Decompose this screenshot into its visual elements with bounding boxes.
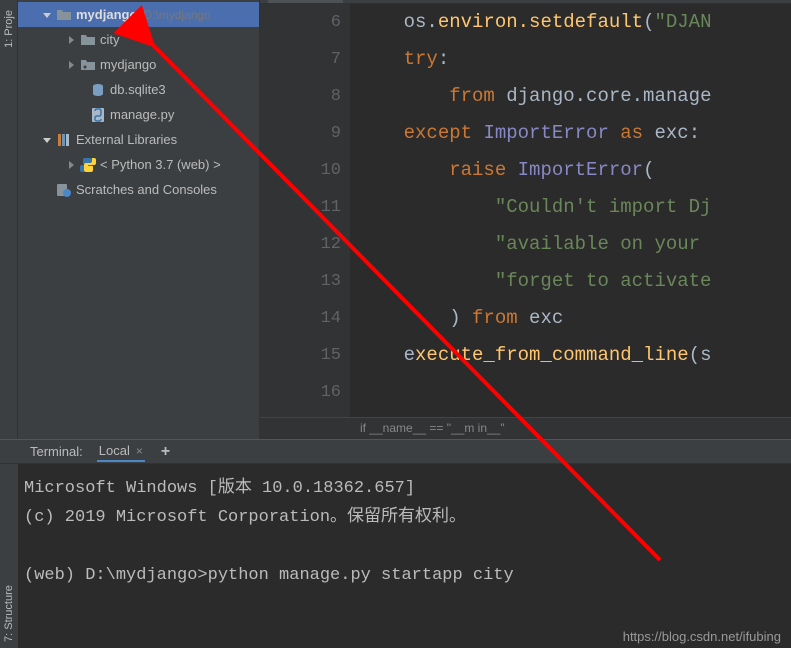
code-line[interactable]: try: [358, 41, 711, 78]
code-line[interactable]: "available on your [358, 226, 711, 263]
line-gutter: 678910111213141516 [260, 4, 350, 417]
tree-item-db[interactable]: db.sqlite3 [18, 77, 259, 102]
editor: manage.py 678910111213141516 os.environ.… [260, 0, 791, 439]
code-line[interactable]: from django.core.manage [358, 78, 711, 115]
line-number: 14 [260, 300, 349, 337]
tree-item-label: manage.py [110, 107, 174, 122]
python-file-icon [90, 107, 106, 123]
line-number: 10 [260, 152, 349, 189]
code-content[interactable]: os.environ.setdefault("DJAN try: from dj… [350, 4, 711, 417]
watermark: https://blog.csdn.net/ifubing [623, 629, 781, 644]
tree-scratches[interactable]: Scratches and Consoles [18, 177, 259, 202]
tree-item-managepy[interactable]: manage.py [18, 102, 259, 127]
tree-python-sdk[interactable]: < Python 3.7 (web) > [18, 152, 259, 177]
tree-root[interactable]: mydjango D:\mydjango [18, 2, 259, 27]
tree-python-label: < Python 3.7 (web) > [100, 157, 221, 172]
line-number: 12 [260, 226, 349, 263]
terminal-output[interactable]: Microsoft Windows [版本 10.0.18362.657] (c… [0, 464, 791, 600]
close-icon[interactable]: × [136, 444, 143, 458]
terminal-tab[interactable]: Local × [97, 441, 145, 462]
tree-external-libs[interactable]: External Libraries [18, 127, 259, 152]
project-tree: mydjango D:\mydjango city mydjango db.sq… [18, 0, 260, 439]
line-number: 8 [260, 78, 349, 115]
code-line[interactable]: ) from exc [358, 300, 711, 337]
code-line[interactable]: "forget to activate [358, 263, 711, 300]
line-number: 11 [260, 189, 349, 226]
line-number: 13 [260, 263, 349, 300]
tree-item-label: db.sqlite3 [110, 82, 166, 97]
terminal-panel: Terminal: Local × + 7: Structure Microso… [0, 439, 791, 648]
chevron-down-icon [42, 10, 52, 20]
terminal-header: Terminal: Local × + [0, 440, 791, 464]
project-tool-tab[interactable]: 1: Proje [3, 4, 15, 54]
python-icon [80, 157, 96, 173]
terminal-tab-label: Local [99, 443, 130, 458]
tree-external-label: External Libraries [76, 132, 177, 147]
library-icon [56, 132, 72, 148]
code-line[interactable]: os.environ.setdefault("DJAN [358, 4, 711, 41]
tree-scratches-label: Scratches and Consoles [76, 182, 217, 197]
structure-tool-tab[interactable]: 7: Structure [0, 464, 18, 648]
line-number: 16 [260, 374, 349, 411]
tree-item-city[interactable]: city [18, 27, 259, 52]
line-number: 9 [260, 115, 349, 152]
chevron-right-icon [66, 60, 76, 70]
database-icon [90, 82, 106, 98]
folder-icon [80, 32, 96, 48]
line-number: 7 [260, 41, 349, 78]
code-line[interactable]: execute_from_command_line(s [358, 337, 711, 374]
tree-item-label: mydjango [100, 57, 156, 72]
chevron-right-icon [66, 160, 76, 170]
tree-root-path: D:\mydjango [143, 8, 210, 22]
code-line[interactable] [358, 374, 711, 411]
line-number: 6 [260, 4, 349, 41]
breadcrumb[interactable]: if __name__ == "__m in__" [260, 417, 791, 439]
tree-root-label: mydjango [76, 7, 137, 22]
code-line[interactable]: "Couldn't import Dj [358, 189, 711, 226]
chevron-down-icon [42, 135, 52, 145]
chevron-right-icon [66, 35, 76, 45]
terminal-title: Terminal: [30, 444, 83, 459]
add-terminal-button[interactable]: + [161, 443, 170, 461]
folder-icon [56, 7, 72, 23]
tree-item-mydjango[interactable]: mydjango [18, 52, 259, 77]
code-line[interactable]: except ImportError as exc: [358, 115, 711, 152]
left-toolbar: 1: Proje [0, 0, 18, 439]
code-line[interactable]: raise ImportError( [358, 152, 711, 189]
code-area[interactable]: 678910111213141516 os.environ.setdefault… [260, 4, 791, 417]
scratches-icon [56, 182, 72, 198]
tree-item-label: city [100, 32, 120, 47]
package-icon [80, 57, 96, 73]
line-number: 15 [260, 337, 349, 374]
